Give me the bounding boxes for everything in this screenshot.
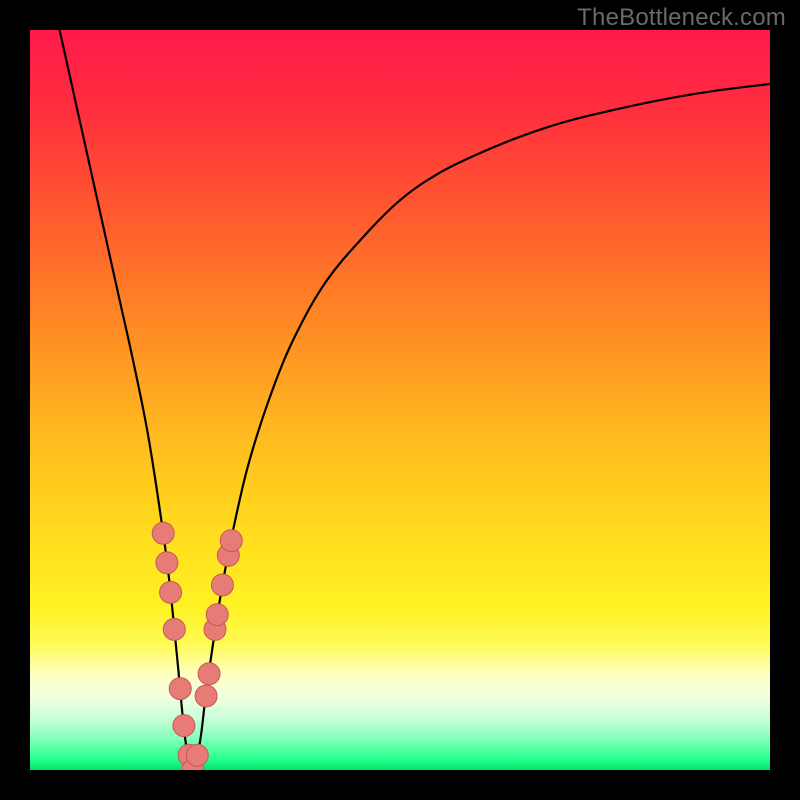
data-marker (195, 685, 217, 707)
data-marker (160, 581, 182, 603)
data-marker (163, 618, 185, 640)
plot-area (30, 30, 770, 770)
watermark-text: TheBottleneck.com (577, 4, 786, 32)
chart-svg (30, 30, 770, 770)
data-marker (169, 678, 191, 700)
outer-frame: TheBottleneck.com (0, 0, 800, 800)
data-marker (206, 604, 228, 626)
data-marker (173, 715, 195, 737)
data-marker (152, 522, 174, 544)
data-marker (220, 530, 242, 552)
data-marker (198, 663, 220, 685)
data-marker (156, 552, 178, 574)
data-marker (186, 744, 208, 766)
data-marker (211, 574, 233, 596)
